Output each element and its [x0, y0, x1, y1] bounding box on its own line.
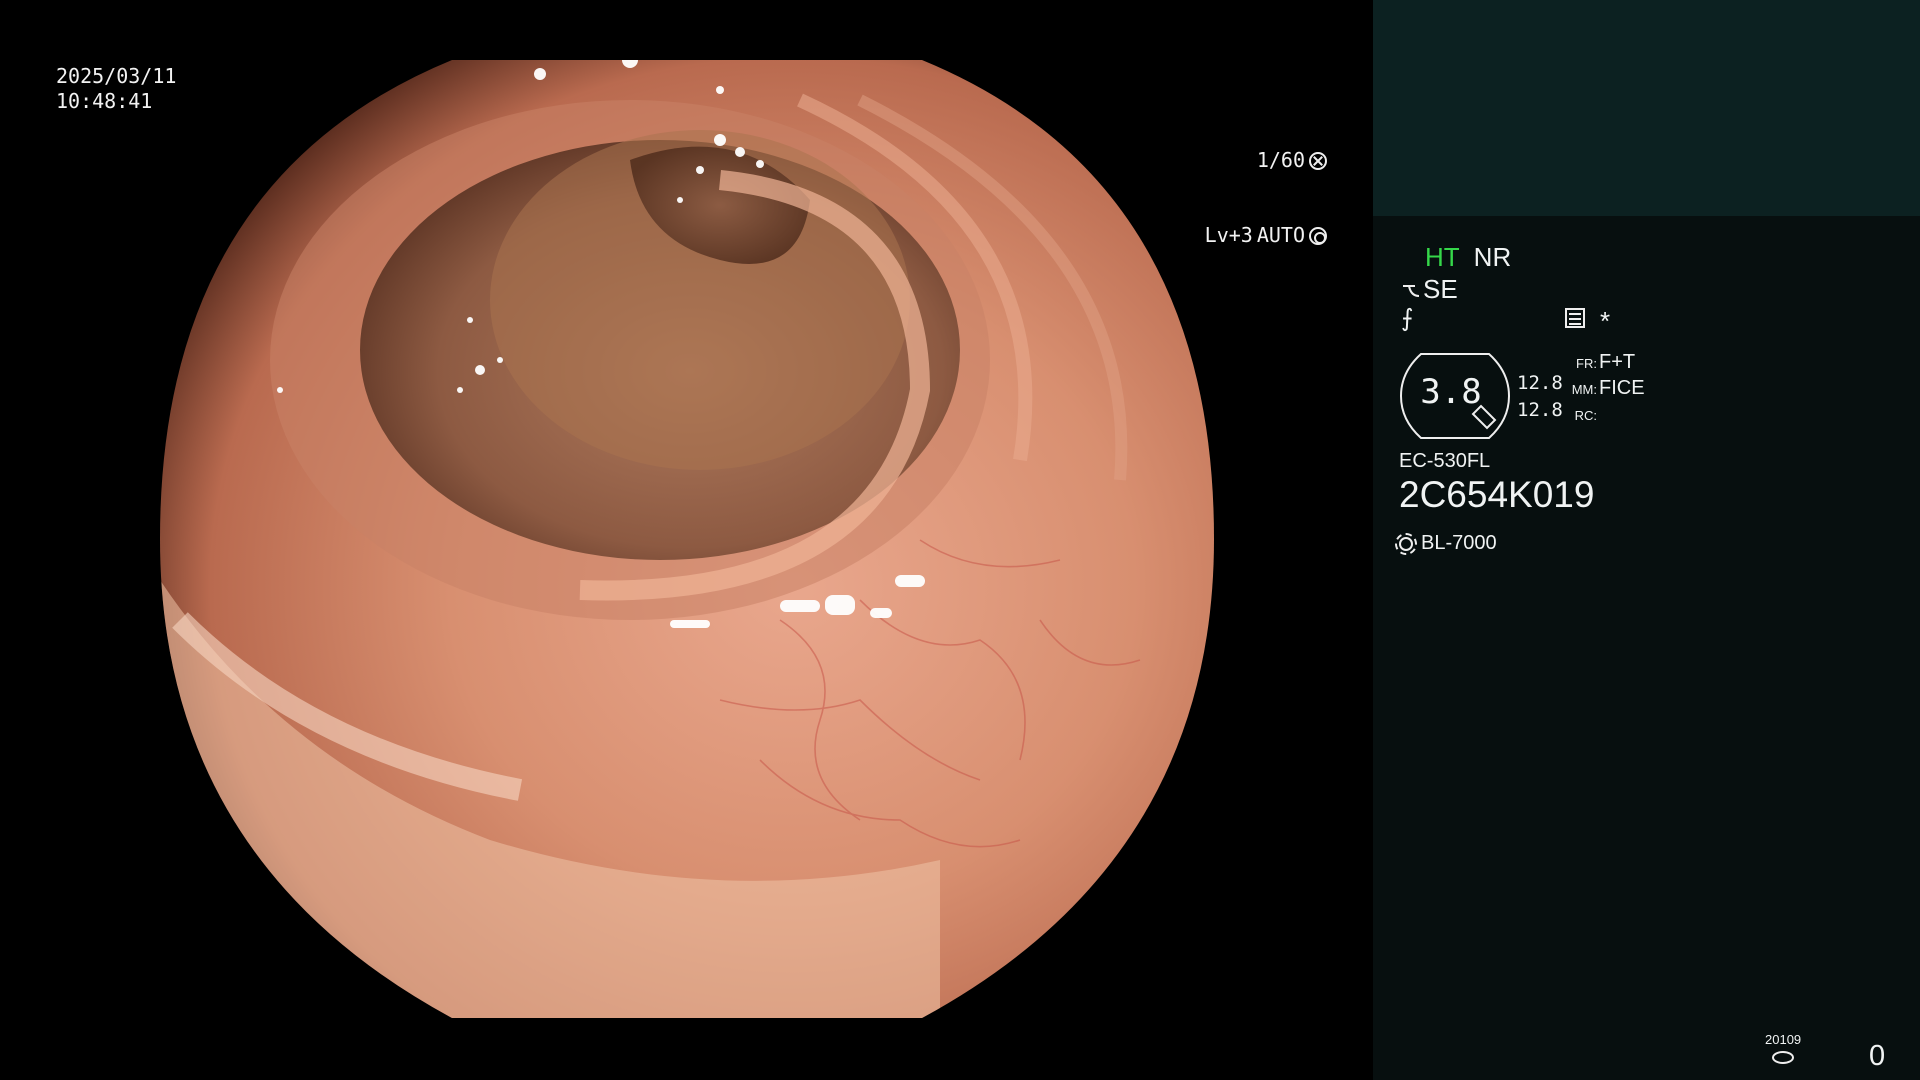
scope-model: EC-530FL [1399, 450, 1491, 472]
mode-value: FICE [1599, 377, 1645, 399]
gamma-curve-icon: ⨍ [1401, 305, 1414, 332]
mode-row-rc: RC: [1567, 402, 1645, 428]
mode-settings: FR: F+T MM: FICE RC: [1567, 350, 1645, 428]
star-marker: * [1600, 306, 1611, 336]
mode-key: RC: [1574, 408, 1597, 423]
aperture-icon [1309, 151, 1327, 170]
nr-indicator: NR [1473, 242, 1512, 272]
iris-icon [1309, 226, 1327, 245]
time-text: 10:48:41 [56, 89, 153, 113]
thumbnail-area [1373, 0, 1920, 216]
shutter-speed: 1/60 [1256, 148, 1305, 172]
structure-enhancement: SE [1401, 274, 1458, 305]
processing-modes: HT NR [1425, 242, 1511, 273]
exposure-level: Lv+3 [1204, 223, 1253, 247]
light-source-icon [1395, 532, 1417, 555]
se-indicator: SE [1423, 274, 1458, 304]
counter-value: 0 [1869, 1040, 1886, 1072]
scope-serial: 2C654K019 [1399, 474, 1595, 515]
light-source-row: BL-7000 [1395, 532, 1497, 555]
mode-key: MM: [1571, 382, 1597, 397]
counter-label: 20109 [1765, 1032, 1802, 1047]
mode-value: F+T [1599, 351, 1636, 373]
light-source-name: BL-7000 [1421, 532, 1497, 554]
mode-key: FR: [1576, 356, 1597, 371]
scope-bend-icon [1403, 285, 1420, 298]
disk-icon [1772, 1051, 1794, 1064]
endoscope-view: 2025/03/11 10:48:41 1/60 Lv+3 AUTO [0, 0, 1373, 1080]
iris-mode: AUTO [1256, 223, 1305, 247]
zoom-value: 3.8 [1420, 372, 1482, 412]
mode-row-fr: FR: F+T [1567, 350, 1645, 376]
mode-row-mm: MM: FICE [1567, 376, 1645, 402]
exposure-readout: 1/60 Lv+3 AUTO [1205, 98, 1327, 298]
size-values: 12.8 12.8 [1517, 370, 1563, 424]
size-value-2: 12.8 [1517, 399, 1563, 421]
menu-list-icon[interactable] [1565, 308, 1585, 328]
date-time-readout: 2025/03/11 10:48:41 [56, 64, 176, 114]
date-text: 2025/03/11 [56, 64, 177, 88]
info-panel: HT NR SE ⨍ * 3.8 12.8 12.8 FR: F+T MM: FICE… [1373, 0, 1920, 1080]
size-value-1: 12.8 [1517, 372, 1563, 394]
endoscopic-image [160, 60, 1214, 1018]
ht-indicator: HT [1425, 242, 1460, 272]
